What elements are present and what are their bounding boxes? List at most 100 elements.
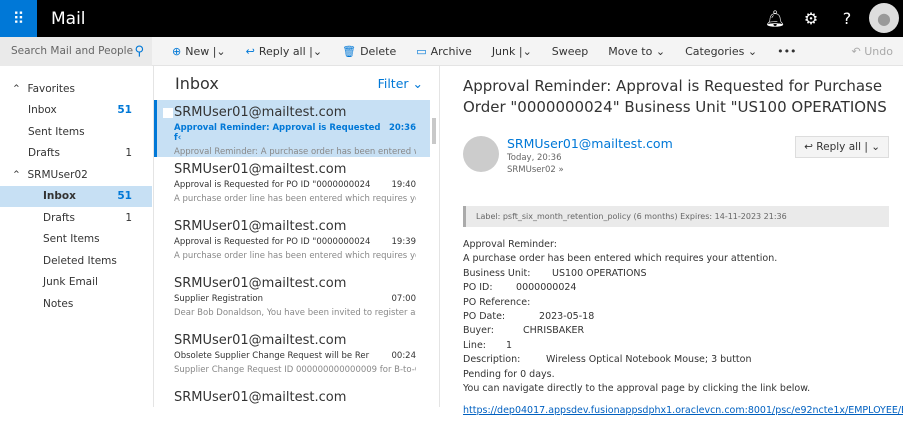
- gear-icon[interactable]: ⚙: [793, 0, 829, 37]
- reply-all-message-button[interactable]: ↩ Reply all | ⌄: [795, 136, 889, 158]
- folder-label: Notes: [43, 297, 74, 310]
- delete-label: Delete: [360, 44, 397, 58]
- undo-icon: ↶: [851, 44, 865, 58]
- move-to-button[interactable]: Move to ⌄: [608, 45, 665, 58]
- junk-button[interactable]: Junk |⌄: [492, 45, 532, 58]
- message-preview: A purchase order line has been entered w…: [174, 194, 416, 204]
- field-key: Business Unit:: [463, 267, 531, 279]
- message-body: Approval Reminder: A purchase order has …: [463, 238, 903, 419]
- account-header[interactable]: ⌃ SRMUser02: [0, 164, 152, 186]
- po-field: Buyer: CHRISBAKER: [463, 324, 903, 338]
- field-key: Buyer:: [463, 325, 494, 337]
- help-icon[interactable]: ?: [829, 0, 865, 37]
- field-value: 0 days.: [520, 368, 555, 380]
- app-launcher-button[interactable]: ⠿: [0, 0, 37, 37]
- message-preview: Dear Bob Donaldson, You have been invite…: [174, 308, 416, 318]
- message-time: 00:24: [391, 351, 417, 361]
- folder-inbox[interactable]: Inbox 51: [0, 185, 152, 207]
- favorites-header[interactable]: ⌃ Favorites: [0, 78, 152, 100]
- chevron-up-icon: ⌃: [12, 168, 21, 181]
- field-value: Wireless Optical Notebook Mouse; 3 butto…: [546, 354, 752, 366]
- sender-avatar: [463, 136, 499, 172]
- folder-label: Deleted Items: [43, 254, 117, 267]
- message-list-item[interactable]: SRMUser01@mailtest.com Approval is Reque…: [154, 157, 430, 214]
- folder-label: Junk Email: [43, 276, 98, 289]
- unread-count: 51: [117, 190, 132, 203]
- reply-all-icon: ↩: [804, 141, 817, 153]
- categories-label: Categories: [685, 44, 745, 58]
- message-list: Inbox Filter ⌄ SRMUser01@mailtest.com App…: [153, 66, 440, 407]
- reply-all-label: Reply all: [816, 141, 861, 153]
- field-key: PO ID:: [463, 282, 493, 294]
- reply-all-button[interactable]: ↩ Reply all |⌄: [246, 45, 322, 58]
- message-list-item[interactable]: SRMUser01@mailtest.com Supplier Registra…: [154, 271, 430, 328]
- fav-drafts[interactable]: Drafts 1: [0, 143, 152, 165]
- archive-icon: ▭: [416, 44, 427, 58]
- field-value: CHRISBAKER: [523, 325, 585, 337]
- folder-label: Drafts: [43, 211, 75, 224]
- scrollbar[interactable]: [432, 106, 437, 396]
- select-checkbox[interactable]: [163, 108, 173, 118]
- trash-icon: 🗑︎: [342, 44, 357, 58]
- search-placeholder: Search Mail and People: [11, 45, 134, 57]
- folder-notes[interactable]: Notes: [0, 293, 152, 315]
- reply-all-icon: ↩: [245, 44, 255, 58]
- message-list-item[interactable]: SRMUser01@mailtest.com: [154, 385, 430, 442]
- sender-name[interactable]: SRMUser01@mailtest.com: [507, 136, 673, 151]
- message-from: SRMUser01@mailtest.com: [174, 162, 347, 177]
- move-to-label: Move to: [608, 44, 653, 58]
- message-from: SRMUser01@mailtest.com: [174, 105, 347, 120]
- filter-button[interactable]: Filter ⌄: [378, 76, 423, 91]
- message-subject: Supplier Registration: [174, 294, 263, 304]
- message-list-item[interactable]: SRMUser01@mailtest.com Approval is Reque…: [154, 214, 430, 271]
- junk-label: Junk: [491, 44, 516, 58]
- message-subject: Approval is Requested for PO ID "0000000…: [174, 180, 371, 190]
- sweep-button[interactable]: Sweep: [552, 45, 589, 58]
- folder-drafts[interactable]: Drafts 1: [0, 207, 152, 229]
- bell-icon[interactable]: 🔔︎: [757, 0, 793, 37]
- folder-sent-items[interactable]: Sent Items: [0, 229, 152, 251]
- search-icon[interactable]: ⚲: [134, 44, 144, 59]
- reading-pane: Approval Reminder: Approval is Requested…: [443, 66, 903, 416]
- recipient[interactable]: SRMUser02 »: [507, 165, 673, 175]
- message-subject: Approval Reminder: Approval is Requested…: [463, 77, 887, 116]
- message-time: 19:40: [391, 180, 417, 190]
- po-field: Business Unit: US100 OPERATIONS: [463, 267, 903, 281]
- account-label: SRMUser02: [27, 168, 88, 181]
- message-list-item[interactable]: SRMUser01@mailtest.com Approval Reminder…: [154, 100, 430, 157]
- folder-deleted-items[interactable]: Deleted Items: [0, 250, 152, 272]
- folder-label: Sent Items: [28, 125, 85, 138]
- retention-label: Label: psft_six_month_retention_policy (…: [463, 206, 889, 227]
- fav-inbox[interactable]: Inbox 51: [0, 100, 152, 122]
- po-field: Description: Wireless Optical Notebook M…: [463, 353, 903, 367]
- field-key: Pending for: [463, 368, 518, 380]
- archive-button[interactable]: ▭ Archive: [416, 45, 472, 58]
- search-input[interactable]: Search Mail and People ⚲: [0, 36, 152, 66]
- folder-label: Inbox: [43, 190, 76, 203]
- draft-count: 1: [125, 147, 132, 160]
- po-field: PO Date: 2023-05-18: [463, 310, 903, 324]
- archive-label: Archive: [430, 44, 472, 58]
- undo-button[interactable]: ↶ Undo: [852, 45, 893, 58]
- categories-button[interactable]: Categories ⌄: [685, 45, 757, 58]
- more-button[interactable]: •••: [777, 45, 796, 58]
- scrollbar-thumb[interactable]: [432, 118, 436, 144]
- message-list-item[interactable]: SRMUser01@mailtest.com Obsolete Supplier…: [154, 328, 430, 385]
- message-date: Today, 20:36: [507, 153, 562, 163]
- message-preview: Supplier Change Request ID 0000000000000…: [174, 365, 416, 375]
- fav-sent-items[interactable]: Sent Items: [0, 121, 152, 143]
- filter-label: Filter: [377, 75, 409, 91]
- message-subject: Obsolete Supplier Change Request will be…: [174, 351, 370, 361]
- po-field: PO Reference:: [463, 296, 903, 310]
- field-value: 0000000024: [516, 282, 577, 294]
- po-field: Line: 1: [463, 339, 903, 353]
- field-value: 2023-05-18: [539, 311, 595, 323]
- chevron-up-icon: ⌃: [12, 82, 21, 95]
- field-key: Line:: [463, 339, 486, 351]
- folder-junk-email[interactable]: Junk Email: [0, 272, 152, 294]
- message-time: 19:39: [391, 237, 417, 247]
- field-value: US100 OPERATIONS: [552, 267, 647, 279]
- avatar[interactable]: ●: [869, 3, 899, 33]
- delete-button[interactable]: 🗑︎ Delete: [342, 45, 396, 58]
- new-button[interactable]: ⊕ New |⌄: [172, 45, 226, 58]
